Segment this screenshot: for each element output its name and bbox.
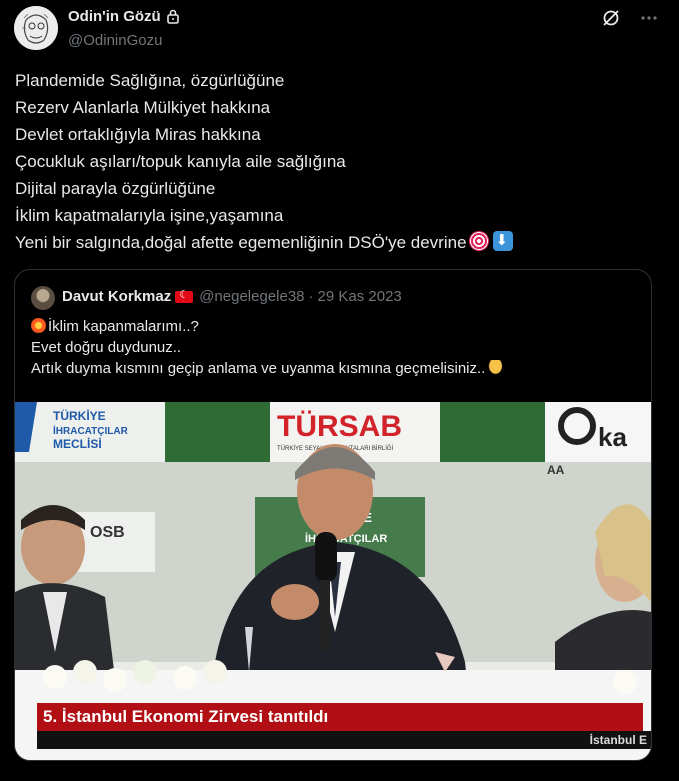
avatar-sketch — [14, 6, 58, 50]
quote-avatar[interactable] — [31, 286, 55, 310]
tweet-line: Rezerv Alanlarla Mülkiyet hakkına — [15, 98, 271, 117]
tweet-line: Çocukluk aşıları/topuk kanıyla aile sağl… — [15, 152, 346, 171]
tweet-text: Plandemide Sağlığına, özgürlüğüne Rezerv… — [15, 67, 655, 256]
quote-line: Artık duyma kısmını geçip anlama ve uyan… — [31, 360, 486, 377]
news-ticker: 5. İstanbul Ekonomi Zirvesi tanıtıldı — [37, 703, 643, 731]
quote-text: İklim kapanmalarımı..? Evet doğru duydun… — [31, 316, 504, 379]
tweet-line: İklim kapatmalarıyla işine,yaşamına — [15, 206, 284, 225]
quote-date[interactable]: 29 Kas 2023 — [318, 288, 402, 305]
svg-text:MECLİSİ: MECLİSİ — [53, 436, 102, 451]
bottom-strip — [0, 763, 679, 781]
quote-line: İklim kapanmalarımı..? — [48, 318, 199, 335]
svg-text:İHRACATÇILAR: İHRACATÇILAR — [53, 424, 129, 437]
author-display-name[interactable]: Odin'in Gözü — [68, 8, 161, 25]
banner-right-text: ka — [598, 422, 627, 452]
tweet-line-last: Yeni bir salgında,doğal afette egemenliğ… — [15, 229, 655, 256]
direct-hit-emoji — [468, 231, 489, 251]
quote-handle[interactable]: @negelegele38 — [199, 288, 304, 305]
svg-text:OSB: OSB — [90, 524, 125, 541]
tweet-line: Devlet ortaklığıyla Miras hakkına — [15, 125, 261, 144]
quoted-tweet[interactable]: Davut Korkmaz @negelegele38 · 29 Kas 202… — [14, 269, 652, 761]
backhand-down-emoji — [488, 360, 504, 375]
tweet-actions — [601, 8, 659, 28]
collision-emoji — [31, 318, 46, 333]
turkey-flag-emoji — [175, 288, 194, 303]
tweet-line: Yeni bir salgında,doğal afette egemenliğ… — [15, 233, 467, 252]
banner-center-text: TÜRSAB — [277, 410, 402, 443]
quote-line: Evet doğru duydunuz.. — [31, 339, 182, 356]
banner-left-text: TÜRKİYE — [53, 408, 106, 423]
news-ticker-sub: İstanbul E — [37, 731, 651, 749]
author-handle[interactable]: @OdininGozu — [68, 32, 162, 49]
grok-icon[interactable] — [601, 8, 621, 28]
quote-separator: · — [308, 288, 314, 305]
author-name[interactable]: Odin'in Gözü — [68, 8, 180, 25]
video-player[interactable]: TÜRKİYE İHRACATÇILAR MECLİSİ TÜRSAB TÜRK… — [15, 402, 651, 760]
quote-header: Davut Korkmaz @negelegele38 · 29 Kas 202… — [62, 288, 402, 306]
tweet-line: Plandemide Sağlığına, özgürlüğüne — [15, 71, 285, 90]
lock-icon — [166, 9, 179, 24]
quote-display-name[interactable]: Davut Korkmaz — [62, 288, 171, 305]
avatar[interactable] — [14, 6, 58, 50]
svg-text:AA: AA — [547, 463, 565, 477]
more-icon[interactable] — [639, 8, 659, 28]
down-arrow-emoji — [492, 231, 513, 251]
tweet-line: Dijital parayla özgürlüğüne — [15, 179, 216, 198]
